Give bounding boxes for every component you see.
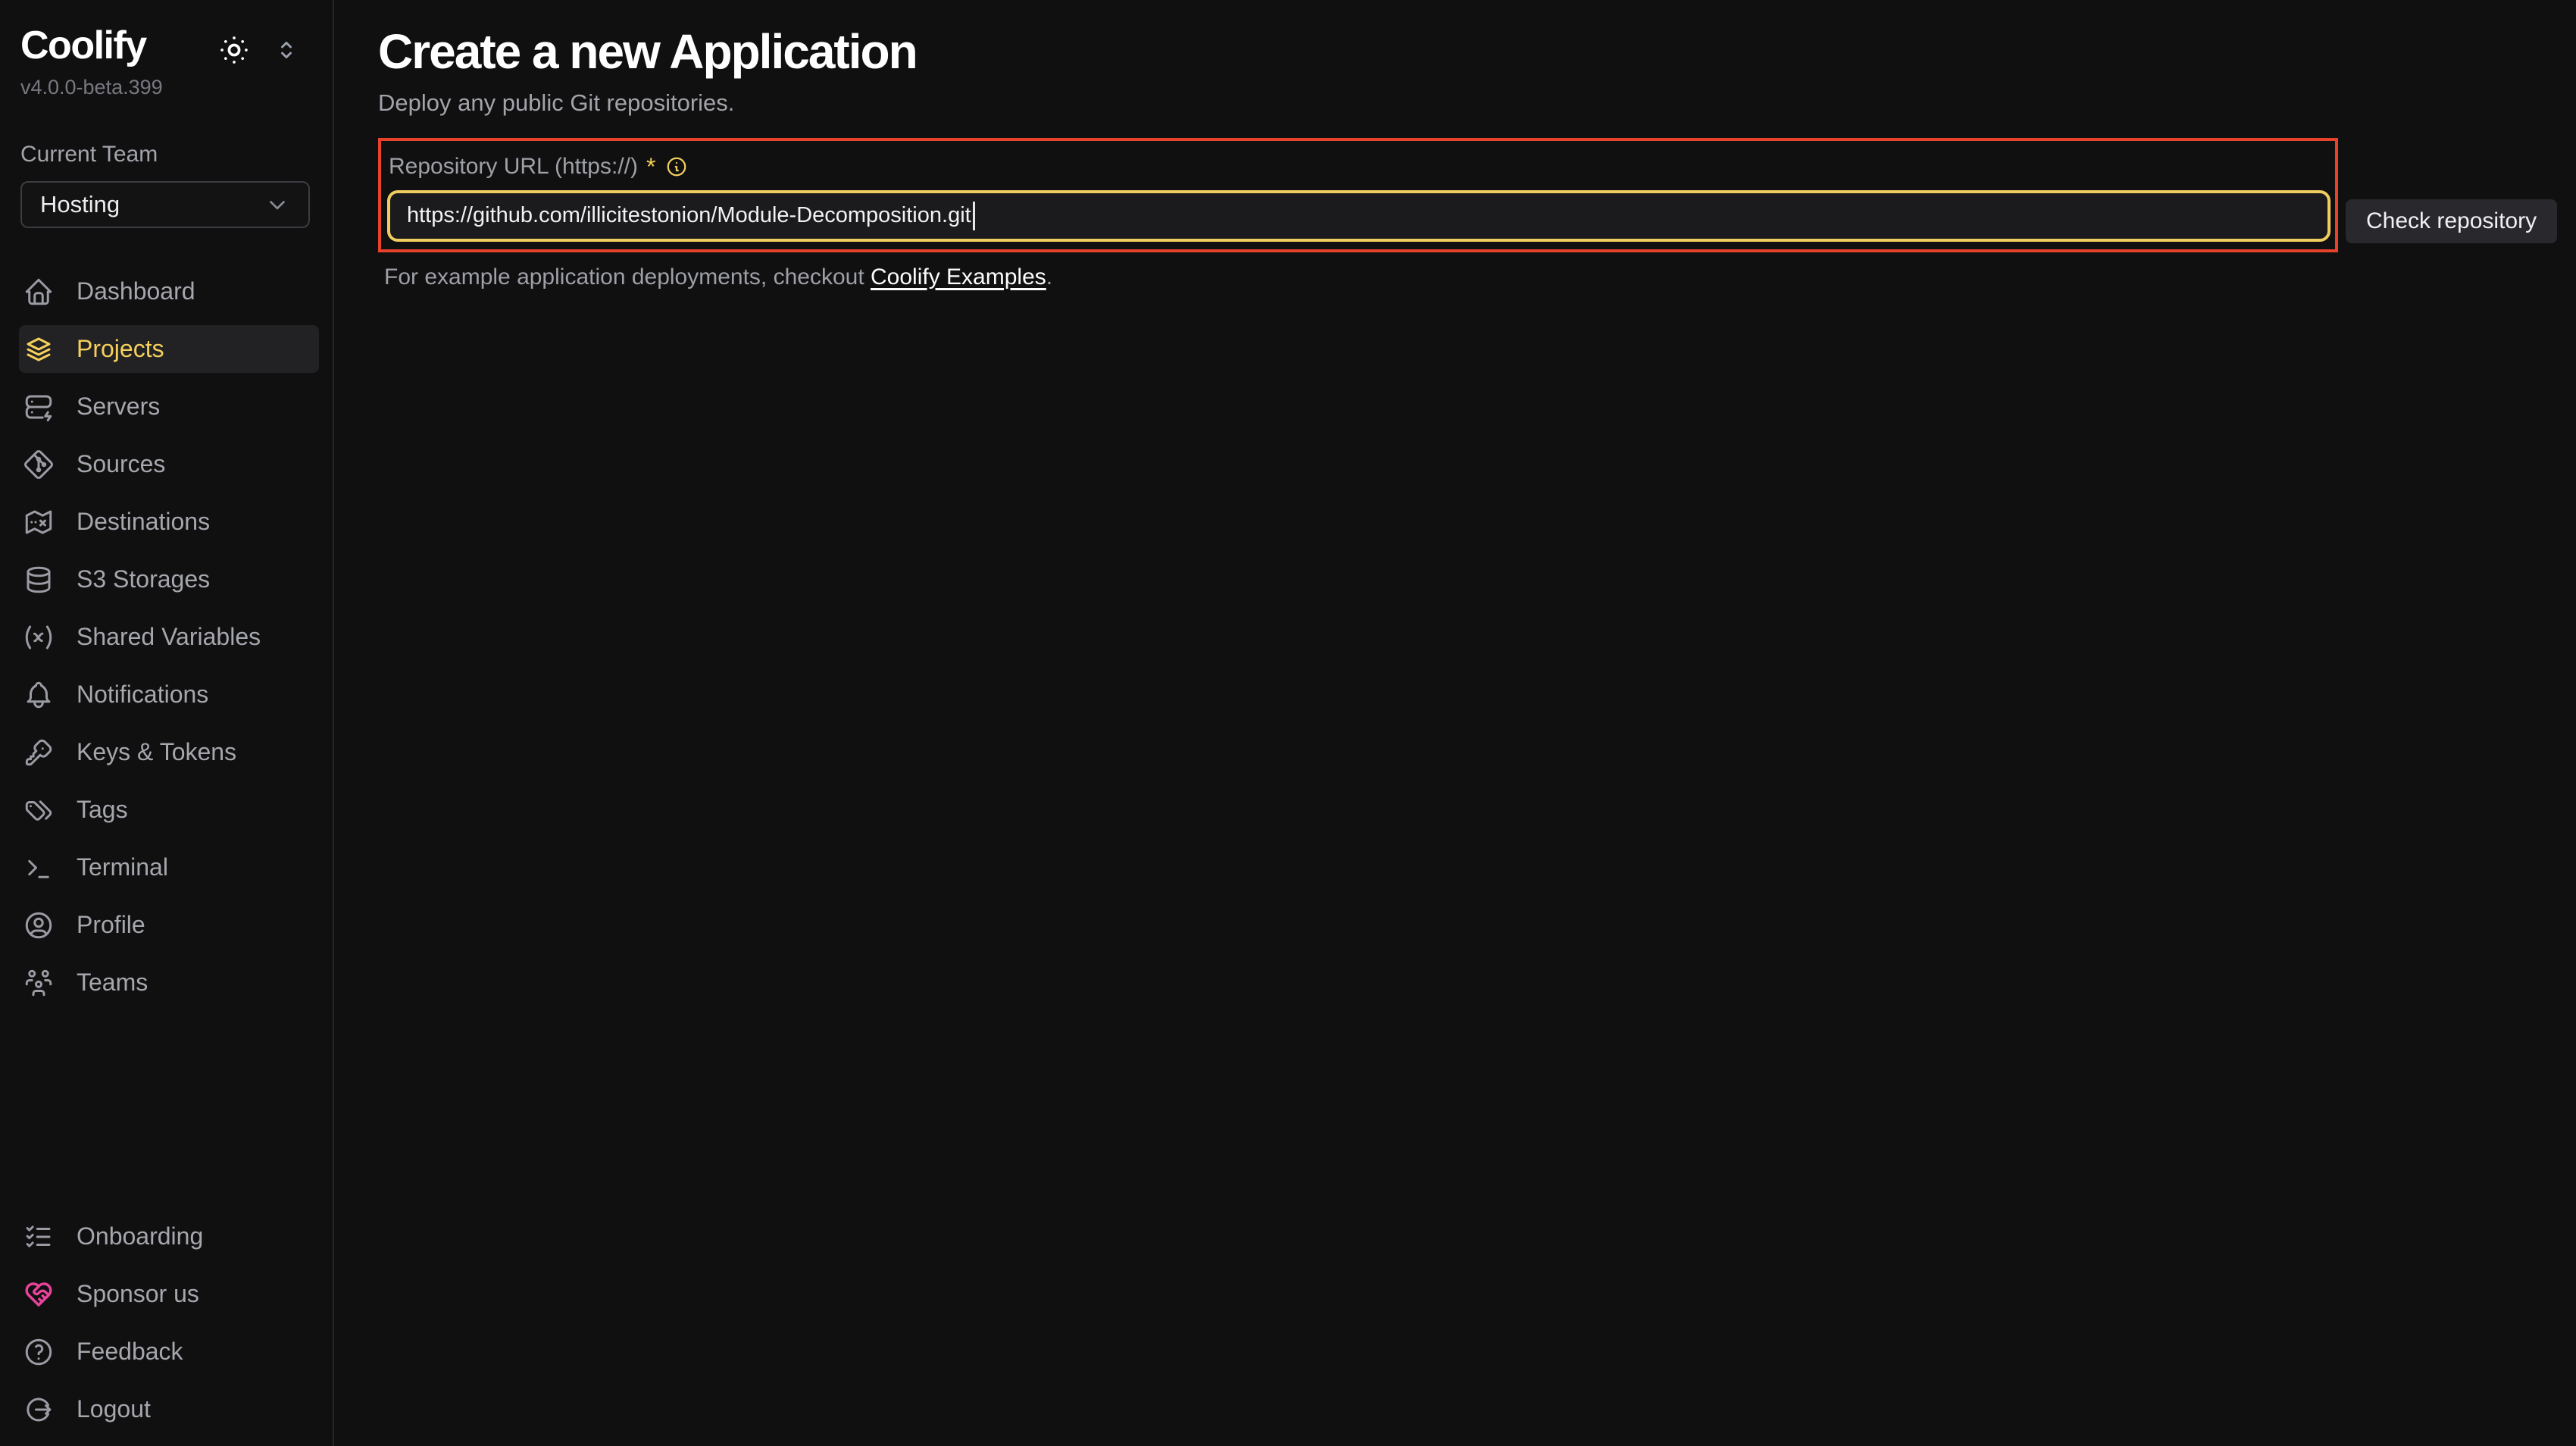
- sidebar-item-logout[interactable]: Logout: [19, 1385, 319, 1433]
- sidebar-item-feedback[interactable]: Feedback: [19, 1328, 319, 1376]
- repository-url-label: Repository URL (https://): [389, 154, 638, 180]
- sidebar-item-label: Tags: [77, 796, 128, 824]
- sidebar-item-label: Teams: [77, 969, 148, 997]
- bell-icon: [23, 679, 55, 711]
- app-logo: Coolify: [20, 26, 146, 65]
- sidebar-item-label: Logout: [77, 1395, 151, 1423]
- sidebar-item-terminal[interactable]: Terminal: [19, 844, 319, 891]
- sidebar-item-servers[interactable]: Servers: [19, 383, 319, 430]
- sidebar-item-label: Servers: [77, 393, 160, 421]
- sidebar-item-label: Dashboard: [77, 277, 195, 305]
- sun-icon: [217, 33, 251, 67]
- check-repository-button[interactable]: Check repository: [2346, 199, 2557, 243]
- sidebar-item-notifications[interactable]: Notifications: [19, 671, 319, 718]
- sidebar-item-label: Profile: [77, 911, 145, 939]
- sidebar-nav: Dashboard Projects Servers: [0, 268, 333, 1016]
- sidebar-item-tags[interactable]: Tags: [19, 786, 319, 834]
- sidebar-item-projects[interactable]: Projects: [19, 325, 319, 373]
- layers-icon: [23, 333, 55, 365]
- info-icon[interactable]: [665, 155, 688, 178]
- tags-icon: [23, 794, 55, 826]
- sidebar: Coolify v4.0.0-beta.399 Curren: [0, 0, 334, 1446]
- sidebar-item-teams[interactable]: Teams: [19, 959, 319, 1006]
- sidebar-item-label: Sponsor us: [77, 1280, 199, 1308]
- variable-icon: [23, 621, 55, 653]
- helper-text: For example application deployments, che…: [378, 264, 2576, 290]
- team-select[interactable]: Hosting: [20, 181, 310, 228]
- version-selector-button[interactable]: [272, 36, 301, 64]
- team-select-value: Hosting: [40, 191, 120, 218]
- sidebar-item-label: Onboarding: [77, 1222, 203, 1250]
- sidebar-item-label: Shared Variables: [77, 623, 261, 651]
- sidebar-item-destinations[interactable]: Destinations: [19, 498, 319, 546]
- sidebar-item-onboarding[interactable]: Onboarding: [19, 1213, 319, 1260]
- sidebar-item-shared-variables[interactable]: Shared Variables: [19, 613, 319, 661]
- page-title: Create a new Application: [378, 24, 2576, 80]
- sidebar-footer-nav: Onboarding Sponsor us Feedback: [0, 1213, 333, 1443]
- database-icon: [23, 564, 55, 596]
- repository-form-row: Repository URL (https://) * https://gith…: [378, 138, 2576, 252]
- help-circle-icon: [23, 1336, 55, 1368]
- main-content: Create a new Application Deploy any publ…: [336, 0, 2576, 290]
- logout-icon: [23, 1394, 55, 1426]
- sidebar-item-sources[interactable]: Sources: [19, 440, 319, 488]
- key-icon: [23, 737, 55, 768]
- repository-url-value: https://github.com/illicitestonion/Modul…: [407, 203, 971, 228]
- git-icon: [23, 449, 55, 480]
- sidebar-item-label: Sources: [77, 450, 165, 478]
- sidebar-item-sponsor-us[interactable]: Sponsor us: [19, 1270, 319, 1318]
- repository-field-group: Repository URL (https://) * https://gith…: [378, 138, 2338, 252]
- sidebar-item-dashboard[interactable]: Dashboard: [19, 268, 319, 315]
- coolify-examples-link[interactable]: Coolify Examples: [871, 264, 1046, 290]
- chevron-down-icon: [264, 192, 290, 218]
- sidebar-item-keys-tokens[interactable]: Keys & Tokens: [19, 728, 319, 776]
- checklist-icon: [23, 1221, 55, 1253]
- terminal-icon: [23, 852, 55, 884]
- home-icon: [23, 276, 55, 308]
- current-team-label: Current Team: [20, 142, 310, 167]
- helper-prefix: For example application deployments, che…: [384, 264, 871, 290]
- map-icon: [23, 506, 55, 538]
- sidebar-item-profile[interactable]: Profile: [19, 901, 319, 949]
- sidebar-item-label: Destinations: [77, 508, 210, 536]
- sidebar-item-label: Keys & Tokens: [77, 738, 236, 766]
- sidebar-item-label: Feedback: [77, 1338, 183, 1366]
- chevron-up-down-icon: [272, 36, 301, 64]
- page-subtitle: Deploy any public Git repositories.: [378, 89, 2576, 117]
- users-group-icon: [23, 967, 55, 999]
- sidebar-item-s3-storages[interactable]: S3 Storages: [19, 556, 319, 603]
- helper-suffix: .: [1046, 264, 1052, 290]
- text-caret: [973, 202, 975, 230]
- repository-url-input[interactable]: https://github.com/illicitestonion/Modul…: [387, 190, 2331, 242]
- heart-handshake-icon: [23, 1279, 55, 1310]
- required-marker: *: [646, 153, 655, 181]
- user-circle-icon: [23, 909, 55, 941]
- sidebar-item-label: Notifications: [77, 681, 208, 709]
- sidebar-item-label: Terminal: [77, 853, 168, 881]
- sidebar-header: Coolify: [0, 26, 333, 67]
- server-bolt-icon: [23, 391, 55, 423]
- app-version: v4.0.0-beta.399: [0, 76, 333, 99]
- sidebar-item-label: Projects: [77, 335, 164, 363]
- sidebar-item-label: S3 Storages: [77, 565, 210, 593]
- theme-toggle-button[interactable]: [217, 33, 251, 67]
